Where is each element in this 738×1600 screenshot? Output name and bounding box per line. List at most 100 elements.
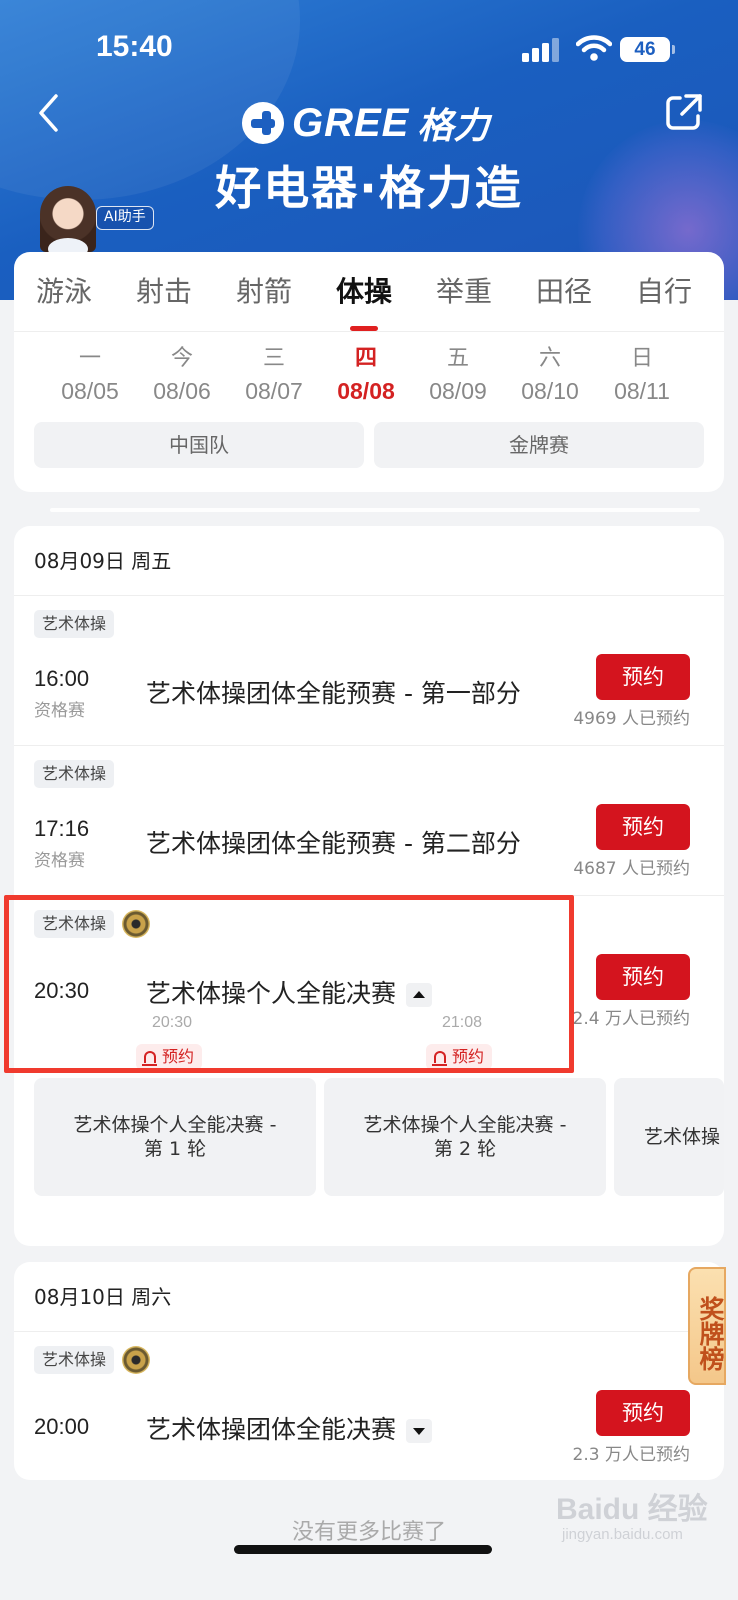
match-stage: 资格赛: [34, 701, 85, 721]
match-time: 16:00: [34, 666, 90, 691]
back-button[interactable]: [30, 88, 70, 138]
battery-indicator: 46: [620, 37, 675, 62]
date-weekday: 五: [446, 346, 469, 371]
date-item[interactable]: 一 08/05: [44, 342, 136, 406]
date-item[interactable]: 日 08/11: [596, 342, 688, 406]
sub-event-card[interactable]: 艺术体操: [614, 1078, 724, 1196]
sport-tabs: 游泳 射击 射箭 体操 举重 田径 自行: [14, 252, 724, 332]
sub-event-reserve-button[interactable]: 预约: [426, 1044, 493, 1070]
date-item-selected[interactable]: 四 08/08: [320, 342, 412, 406]
sub-event-title: 艺术体操个人全能决赛 -: [73, 1114, 277, 1136]
collapse-toggle-icon[interactable]: [406, 983, 433, 1007]
watermark-text: Baidu 经验: [556, 1493, 708, 1526]
reserve-button[interactable]: 预约: [596, 954, 690, 1000]
tab-cycling[interactable]: 自行: [614, 252, 714, 331]
sub-event-round: 第 1 轮: [143, 1138, 207, 1160]
cellular-signal-icon: [522, 38, 562, 62]
match-stage: 资格赛: [34, 851, 85, 871]
match-item[interactable]: 艺术体操 17:16 资格赛 艺术体操团体全能预赛 - 第二部分 预约 4687…: [14, 746, 724, 896]
reserve-count: 2.4 万人已预约: [572, 1009, 690, 1029]
home-indicator[interactable]: [234, 1545, 492, 1554]
sub-event-round: 第 2 轮: [433, 1138, 497, 1160]
date-selector: 一 08/05 今 08/06 三 08/07 四 08/08 五 08/09 六 08/1…: [44, 342, 694, 406]
filter-card: 游泳 射击 射箭 体操 举重 田径 自行 一 08/05 今 08/06 三 08/0…: [14, 252, 724, 492]
sub-event-card[interactable]: 艺术体操个人全能决赛 - 第 2 轮: [324, 1078, 606, 1196]
tab-shooting[interactable]: 射击: [114, 252, 214, 331]
brand-name-cn: 格力: [417, 105, 490, 147]
share-button[interactable]: [664, 92, 704, 132]
match-title-text: 艺术体操个人全能决赛: [146, 979, 397, 1008]
date-value: 08/06: [153, 378, 211, 404]
tab-gymnastics[interactable]: 体操: [314, 252, 414, 331]
date-item[interactable]: 三 08/07: [228, 342, 320, 406]
gree-mark-icon: [242, 102, 284, 144]
reserve-button[interactable]: 预约: [596, 1390, 690, 1436]
wifi-icon: [576, 35, 612, 61]
reserve-count: 4969 人已预约: [573, 709, 690, 729]
status-time: 15:40: [96, 30, 173, 63]
date-value: 08/05: [61, 378, 119, 404]
day-section-0809: 08月09日 周五 艺术体操 16:00 资格赛 艺术体操团体全能预赛 - 第一…: [14, 526, 724, 1246]
sub-event-reserve-button[interactable]: 预约: [136, 1044, 203, 1070]
brand-name: GREE: [292, 100, 410, 145]
ai-assistant-avatar[interactable]: [40, 186, 96, 252]
watermark-sub: jingyan.baidu.com: [562, 1526, 683, 1543]
match-title-text: 艺术体操团体全能决赛: [146, 1415, 397, 1444]
date-weekday: 日: [630, 346, 653, 371]
gold-medal-filter-button[interactable]: 金牌赛: [374, 422, 704, 468]
gree-logo: GREE 格力: [242, 98, 489, 148]
filter-buttons: 中国队 金牌赛: [34, 422, 704, 468]
sport-tag: 艺术体操: [34, 910, 115, 938]
gold-medal-icon: [122, 910, 150, 938]
sub-event-title: 艺术体操: [644, 1126, 721, 1148]
tab-athletics[interactable]: 田径: [514, 252, 614, 331]
tab-archery[interactable]: 射箭: [214, 252, 314, 331]
tab-swimming[interactable]: 游泳: [14, 252, 114, 331]
gold-medal-icon: [122, 1346, 150, 1374]
match-time: 20:30: [34, 978, 90, 1003]
sub-event-time: 21:08: [442, 1014, 483, 1031]
date-value: 08/10: [521, 378, 579, 404]
baidu-watermark: Baidu 经验 jingyan.baidu.com: [556, 1484, 708, 1543]
date-weekday: 今: [170, 346, 193, 371]
sub-event-reserve-label: 预约: [162, 1047, 195, 1066]
divider: [50, 508, 700, 512]
date-weekday: 一: [78, 346, 101, 371]
date-item[interactable]: 今 08/06: [136, 342, 228, 406]
match-title: 艺术体操团体全能决赛: [146, 1410, 433, 1446]
expand-toggle-icon[interactable]: [406, 1419, 433, 1443]
sport-tag: 艺术体操: [34, 760, 115, 788]
match-time: 20:00: [34, 1414, 90, 1439]
match-item-expanded[interactable]: 艺术体操 20:30 艺术体操个人全能决赛 预约 2.4 万人已预约: [14, 896, 724, 1036]
reserve-button[interactable]: 预约: [596, 654, 690, 700]
tab-weightlifting[interactable]: 举重: [414, 252, 514, 331]
sport-tag: 艺术体操: [34, 610, 115, 638]
date-item[interactable]: 六 08/10: [504, 342, 596, 406]
sub-event-time: 20:30: [152, 1014, 193, 1031]
reserve-count: 4687 人已预约: [573, 859, 690, 879]
date-value: 08/09: [429, 378, 487, 404]
match-title: 艺术体操团体全能预赛 - 第二部分: [146, 829, 521, 858]
match-title: 艺术体操个人全能决赛: [146, 974, 433, 1010]
match-time: 17:16: [34, 816, 90, 841]
reserve-button[interactable]: 预约: [596, 804, 690, 850]
match-title: 艺术体操团体全能预赛 - 第一部分: [146, 679, 521, 708]
sub-event-title: 艺术体操个人全能决赛 -: [363, 1114, 567, 1136]
date-weekday: 四: [354, 346, 377, 371]
sport-tag: 艺术体操: [34, 1346, 115, 1374]
date-value: 08/07: [245, 378, 303, 404]
day-header: 08月09日 周五: [14, 526, 724, 596]
date-item[interactable]: 五 08/09: [412, 342, 504, 406]
date-value: 08/08: [337, 378, 395, 404]
ai-assistant-badge[interactable]: AI助手: [96, 206, 154, 230]
medal-rank-button[interactable]: 奖牌榜: [688, 1267, 726, 1385]
china-team-filter-button[interactable]: 中国队: [34, 422, 364, 468]
sub-event-list: 20:30 21:08 预约 预约 艺术体操个人全能决赛 - 第 1 轮 艺术体…: [14, 1014, 724, 1196]
day-header: 08月10日 周六: [14, 1262, 724, 1332]
bell-icon: [432, 1051, 447, 1066]
match-item[interactable]: 艺术体操 16:00 资格赛 艺术体操团体全能预赛 - 第一部分 预约 4969…: [14, 596, 724, 746]
match-item[interactable]: 艺术体操 20:00 艺术体操团体全能决赛 预约 2.3 万人已预约: [14, 1332, 724, 1480]
bell-icon: [142, 1051, 157, 1066]
sub-event-card[interactable]: 艺术体操个人全能决赛 - 第 1 轮: [34, 1078, 316, 1196]
reserve-count: 2.3 万人已预约: [572, 1445, 690, 1465]
